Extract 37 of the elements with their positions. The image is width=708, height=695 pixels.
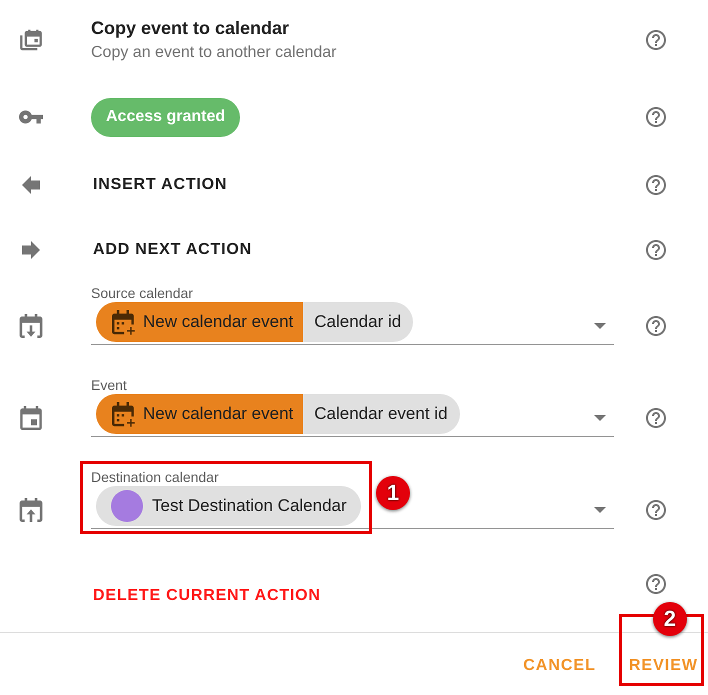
calendar-up-arrow-icon <box>19 498 43 522</box>
value-chip: Calendar event id <box>303 394 460 434</box>
calendar-plus-icon <box>112 310 136 334</box>
select-field[interactable]: Source calendar New calendar event Calendar id <box>91 285 614 345</box>
help-icon[interactable] <box>646 574 666 594</box>
help-icon[interactable] <box>646 316 666 336</box>
add-next-action-button[interactable]: ADD NEXT ACTION <box>91 232 254 268</box>
insert-action-button[interactable]: INSERT ACTION <box>91 167 230 203</box>
delete-action-button[interactable]: DELETE CURRENT ACTION <box>91 578 323 614</box>
chip-label: New calendar event <box>143 404 294 424</box>
stacked-calendars-icon <box>19 28 43 52</box>
select-field[interactable]: Event New calendar event Calendar event id <box>91 377 614 437</box>
help-icon[interactable] <box>646 107 666 127</box>
help-icon[interactable] <box>646 500 666 520</box>
arrow-left-icon <box>22 176 40 194</box>
field-label: Event <box>91 377 127 393</box>
chip-label: New calendar event <box>143 312 294 332</box>
action-title: Copy event to calendar <box>91 17 290 40</box>
dropdown-caret-icon[interactable] <box>594 323 606 329</box>
help-icon[interactable] <box>646 240 666 260</box>
calendar-down-arrow-icon <box>19 314 43 338</box>
step-marker: 1 <box>376 476 410 510</box>
arrow-right-icon <box>22 241 40 259</box>
dropdown-caret-icon[interactable] <box>594 415 606 421</box>
value-chip: Calendar id <box>303 302 414 342</box>
help-icon[interactable] <box>646 408 666 428</box>
calendar-icon <box>19 406 43 430</box>
dropdown-caret-icon[interactable] <box>594 507 606 513</box>
access-status-badge: Access granted <box>91 98 240 136</box>
step-marker: 2 <box>652 602 687 636</box>
help-icon[interactable] <box>646 30 666 50</box>
help-icon[interactable] <box>646 175 666 195</box>
calendar-plus-icon <box>112 402 136 426</box>
field-label: Source calendar <box>91 285 193 301</box>
field-label: Destination calendar <box>91 469 219 485</box>
action-subtitle: Copy an event to another calendar <box>91 43 336 63</box>
chip-label: Test Destination Calendar <box>152 496 347 516</box>
